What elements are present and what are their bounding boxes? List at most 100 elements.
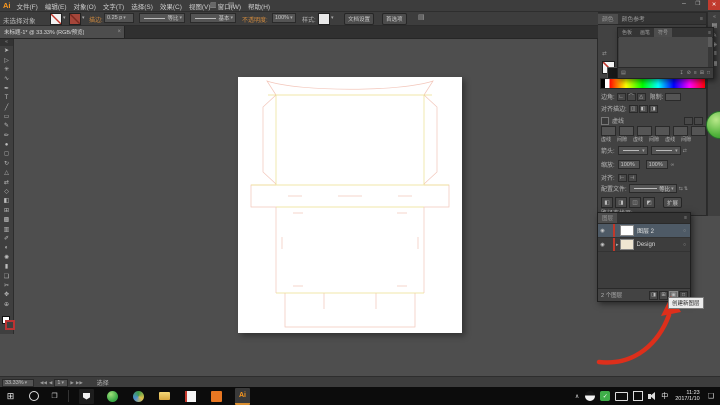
- eraser-tool[interactable]: ◻: [0, 149, 13, 158]
- gradient-tool[interactable]: ▥: [0, 224, 13, 233]
- layer2-target-icon[interactable]: ○: [683, 242, 686, 248]
- new-sublayer-button[interactable]: ⊞: [659, 291, 668, 300]
- menu-object[interactable]: 对象(O): [73, 1, 95, 11]
- width-tool[interactable]: ⇄: [0, 177, 13, 186]
- stroke-caret-icon[interactable]: ▾: [82, 15, 85, 21]
- mesh-tool[interactable]: ▩: [0, 215, 13, 224]
- gap-field-1[interactable]: [619, 126, 634, 136]
- column-graph-tool[interactable]: ▮: [0, 262, 13, 271]
- cortana-search-button[interactable]: [26, 389, 41, 404]
- link-scale-icon[interactable]: ∞: [671, 162, 675, 168]
- menu-select[interactable]: 选择(S): [131, 1, 153, 11]
- round-join-icon[interactable]: ⌒: [627, 93, 636, 101]
- next-artboard-icon[interactable]: ▶: [70, 380, 73, 386]
- control-panel-menu-icon[interactable]: ▤: [418, 13, 425, 21]
- style-swatch[interactable]: [318, 13, 330, 25]
- align-dash-icon[interactable]: [694, 117, 703, 125]
- minus-front-icon[interactable]: ◨: [615, 197, 627, 208]
- symbol-library-icon[interactable]: ▤: [621, 70, 626, 76]
- ime-indicator[interactable]: 中: [661, 391, 668, 401]
- tab-swatches[interactable]: 色板: [618, 28, 636, 37]
- layer-row-2[interactable]: ◉ ▸ Design ○: [598, 238, 690, 252]
- security-shield-icon[interactable]: ✓: [600, 391, 610, 401]
- selection-tool[interactable]: ➤: [0, 46, 13, 55]
- gap-field-3[interactable]: [691, 126, 706, 136]
- battery-icon[interactable]: [615, 392, 628, 401]
- eyedropper-tool[interactable]: ✐: [0, 234, 13, 243]
- pen-tool[interactable]: ✒: [0, 84, 13, 93]
- zoom-level-dropdown[interactable]: 33.33% ▾: [2, 379, 34, 387]
- break-link-icon[interactable]: ⊘: [687, 70, 691, 76]
- first-artboard-icon[interactable]: ◀◀: [40, 380, 47, 386]
- document-tab[interactable]: 未标题-1* @ 33.33% (RGB/预览) ×: [0, 25, 125, 38]
- taskbar-app-dark[interactable]: [79, 389, 94, 404]
- pencil-tool[interactable]: ✏: [0, 131, 13, 140]
- prev-artboard-icon[interactable]: ◀: [49, 380, 52, 386]
- place-symbol-icon[interactable]: ↧: [679, 70, 683, 76]
- last-artboard-icon[interactable]: ▶▶: [76, 380, 83, 386]
- arrow-scale-start-field[interactable]: 100%: [618, 160, 640, 169]
- menu-help[interactable]: 帮助(H): [248, 1, 270, 11]
- action-center-icon[interactable]: ❑: [708, 392, 714, 400]
- layer2-name[interactable]: Design: [637, 242, 656, 248]
- maximize-button[interactable]: ❐: [692, 1, 704, 7]
- stroke-weight-caret-icon[interactable]: ▾: [123, 15, 126, 21]
- symbol-options-icon[interactable]: ≡: [694, 70, 697, 76]
- align-inside-icon[interactable]: ◧: [639, 105, 648, 113]
- free-transform-tool[interactable]: ◇: [0, 187, 13, 196]
- zoom-tool[interactable]: ⊕: [0, 300, 13, 309]
- flip-across-icon[interactable]: ⇅: [684, 186, 688, 192]
- tools-collapse-icon[interactable]: «: [0, 38, 13, 46]
- start-button[interactable]: ⊞: [3, 389, 18, 404]
- swap-arrowheads-icon[interactable]: ⇄: [683, 148, 687, 154]
- flip-along-icon[interactable]: ⇆: [679, 186, 683, 192]
- layers-panel-menu-icon[interactable]: ≡: [684, 215, 687, 221]
- tab-color[interactable]: 颜色: [598, 14, 618, 24]
- color-panel-menu-icon[interactable]: ≡: [700, 16, 703, 22]
- dash-field-3[interactable]: [673, 126, 688, 136]
- symbols-scrollbar-thumb[interactable]: [708, 37, 712, 47]
- exclude-icon[interactable]: ◩: [643, 197, 655, 208]
- menu-file[interactable]: 文件(F): [17, 1, 38, 11]
- line-segment-tool[interactable]: ╱: [0, 102, 13, 111]
- display-icon[interactable]: [633, 391, 643, 401]
- layer1-visibility-icon[interactable]: ◉: [598, 228, 607, 234]
- opacity-caret-icon[interactable]: ▾: [290, 15, 293, 21]
- dashed-line-checkbox[interactable]: [601, 117, 609, 125]
- menu-type[interactable]: 文字(T): [103, 1, 124, 11]
- hand-tool[interactable]: ✥: [0, 290, 13, 299]
- fill-caret-icon[interactable]: ▾: [63, 15, 66, 21]
- task-view-button[interactable]: ❐: [47, 389, 62, 404]
- gap-field-2[interactable]: [655, 126, 670, 136]
- opacity-field[interactable]: 100% ▾: [272, 13, 296, 23]
- lasso-tool[interactable]: ∿: [0, 74, 13, 83]
- taskbar-file-explorer[interactable]: [157, 389, 172, 404]
- color-spectrum-bar[interactable]: [600, 78, 706, 89]
- stroke-link[interactable]: 描边:: [89, 15, 103, 24]
- scale-tool[interactable]: △: [0, 168, 13, 177]
- taskbar-browser-globe[interactable]: [131, 389, 146, 404]
- arrow-scale-end-field[interactable]: 100%: [646, 160, 668, 169]
- artboard[interactable]: [238, 77, 462, 333]
- arrange-documents-icon[interactable]: ▥: [210, 1, 217, 9]
- opacity-link[interactable]: 不透明度:: [242, 15, 268, 24]
- arrowhead-start-dropdown[interactable]: ▾: [618, 146, 648, 155]
- preferences-button[interactable]: 首选项: [382, 13, 407, 25]
- miter-join-icon[interactable]: ∟: [617, 93, 626, 101]
- workspace-icon[interactable]: ▤: [228, 1, 235, 9]
- tray-chevron-icon[interactable]: ∧: [575, 393, 579, 400]
- artboard-tool[interactable]: ❏: [0, 271, 13, 280]
- paintbrush-tool[interactable]: ✎: [0, 121, 13, 130]
- magic-wand-tool[interactable]: ✳: [0, 65, 13, 74]
- taskbar-illustrator-active[interactable]: Ai: [235, 388, 250, 405]
- dock-collapse-icon[interactable]: «: [708, 12, 720, 21]
- arrowhead-end-dropdown[interactable]: ▾: [651, 146, 681, 155]
- width-profile-dropdown[interactable]: 等比 ▾: [139, 13, 185, 23]
- intersect-icon[interactable]: ◫: [629, 197, 641, 208]
- align-outside-icon[interactable]: ◨: [649, 105, 658, 113]
- rotate-tool[interactable]: ↻: [0, 159, 13, 168]
- stroke-weight-field[interactable]: 0.25 p ▾: [104, 13, 134, 23]
- align-tip-icon[interactable]: ⊢: [618, 174, 627, 182]
- type-tool[interactable]: T: [0, 93, 13, 102]
- new-symbol-icon[interactable]: ⊞: [700, 70, 704, 76]
